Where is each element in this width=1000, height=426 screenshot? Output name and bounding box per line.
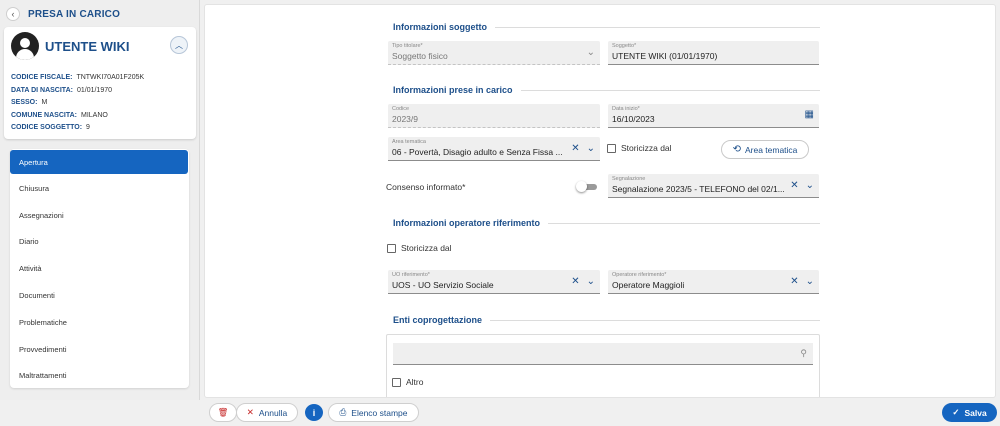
section-title-operatore: Informazioni operatore riferimento — [393, 218, 820, 228]
menu-item-apertura[interactable]: Apertura — [10, 150, 188, 174]
segnalazione-select[interactable]: Segnalazione Segnalazione 2023/5 - TELEF… — [608, 174, 819, 198]
checkbox-icon[interactable] — [607, 143, 616, 153]
sidebar-menu: Apertura Chiusura Assegnazioni Diario At… — [10, 149, 189, 388]
user-name: UTENTE WIKI — [45, 38, 130, 54]
search-icon: ⚲ — [800, 348, 807, 358]
menu-item-assegnazioni[interactable]: Assegnazioni — [10, 202, 189, 229]
info-data-nascita: DATA DI NASCITA: 01/01/1970 — [11, 86, 113, 94]
chevron-down-icon[interactable]: ⌄ — [806, 277, 814, 287]
avatar-icon — [11, 32, 39, 60]
elenco-stampe-button[interactable]: ⎙ Elenco stampe — [328, 403, 419, 422]
delete-button[interactable]: 🗑 — [209, 403, 237, 422]
chevron-left-icon: ‹ — [11, 9, 15, 19]
clear-icon[interactable]: ✕ — [790, 277, 798, 287]
menu-item-attivita[interactable]: Attività — [10, 255, 189, 282]
menu-item-chiusura[interactable]: Chiusura — [10, 175, 189, 202]
chevron-down-icon[interactable]: ⌄ — [806, 181, 814, 191]
sidebar-title: PRESA IN CARICO — [28, 8, 121, 20]
user-info-list: CODICE FISCALE: TNTWKI70A01F205K DATA DI … — [11, 72, 144, 135]
consenso-label: Consenso informato* — [386, 182, 466, 192]
storicizza-operatore-checkbox[interactable]: Storicizza dal — [387, 243, 452, 253]
clear-icon[interactable]: ✕ — [571, 277, 579, 287]
annulla-button[interactable]: ✕ Annulla — [236, 403, 298, 422]
clear-icon[interactable]: ✕ — [571, 144, 579, 154]
clear-icon[interactable]: ✕ — [790, 181, 798, 191]
save-button[interactable]: ✓ Salva — [942, 403, 997, 422]
info-icon: i — [312, 407, 316, 418]
operatore-riferimento-select[interactable]: Operatore riferimento* Operatore Maggiol… — [608, 270, 819, 294]
sidebar-header: ‹ PRESA IN CARICO — [6, 6, 120, 22]
menu-item-provvedimenti[interactable]: Provvedimenti — [10, 336, 189, 363]
main-form: Informazioni soggetto Tipo titolare* Sog… — [204, 4, 996, 398]
data-inizio-field[interactable]: Data inizio* 16/10/2023 ▦ — [608, 104, 819, 128]
area-tematica-button[interactable]: ⟲ Area tematica — [721, 140, 809, 159]
storicizza-area-checkbox[interactable]: Storicizza dal — [607, 143, 672, 153]
menu-item-maltrattamenti[interactable]: Maltrattamenti — [10, 363, 189, 390]
info-codice-soggetto: CODICE SOGGETTO: 9 — [11, 124, 90, 131]
enti-search-input[interactable]: ⚲ — [393, 343, 813, 365]
menu-item-problematiche[interactable]: Problematiche — [10, 309, 189, 336]
consenso-toggle[interactable] — [576, 181, 598, 192]
info-button[interactable]: i — [305, 404, 323, 421]
collapse-button[interactable]: ︿ — [170, 36, 188, 54]
printer-icon: ⎙ — [339, 407, 347, 417]
history-icon: ⟲ — [732, 144, 741, 155]
chevron-up-icon: ︿ — [175, 40, 183, 50]
tipo-titolare-select[interactable]: Tipo titolare* Soggetto fisico ⌄ — [388, 41, 600, 65]
checkbox-icon[interactable] — [387, 243, 396, 253]
chevron-down-icon[interactable]: ⌄ — [587, 144, 595, 154]
chevron-down-icon: ⌄ — [586, 47, 595, 58]
check-icon: ✓ — [952, 407, 960, 417]
chevron-down-icon[interactable]: ⌄ — [587, 277, 595, 287]
user-card: UTENTE WIKI ︿ CODICE FISCALE: TNTWKI70A01… — [4, 27, 196, 139]
close-icon: ✕ — [246, 407, 254, 417]
codice-field: Codice 2023/9 — [388, 104, 600, 128]
section-title-presa: Informazioni prese in carico — [393, 85, 820, 95]
action-bar: 🗑 ✕ Annulla i ⎙ Elenco stampe ✓ Salva — [204, 401, 1000, 426]
area-tematica-select[interactable]: Area tematica 06 - Povertà, Disagio adul… — [388, 137, 600, 161]
trash-icon: 🗑 — [217, 407, 229, 417]
info-comune-nascita: COMUNE NASCITA: MILANO — [11, 111, 108, 119]
sidebar: ‹ PRESA IN CARICO UTENTE WIKI ︿ CODICE F… — [0, 0, 200, 400]
uo-riferimento-select[interactable]: UO riferimento* UOS - UO Servizio Social… — [388, 270, 600, 294]
enti-list: ⚲ Altro — [386, 334, 820, 397]
menu-item-diario[interactable]: Diario — [10, 229, 189, 256]
info-sesso: SESSO: M — [11, 99, 48, 106]
info-codice-fiscale: CODICE FISCALE: TNTWKI70A01F205K — [11, 74, 145, 81]
back-button[interactable]: ‹ — [6, 7, 20, 21]
section-title-soggetto: Informazioni soggetto — [393, 22, 820, 32]
soggetto-field[interactable]: Soggetto* UTENTE WIKI (01/01/1970) — [608, 41, 819, 65]
enti-item-altro[interactable]: Altro — [392, 377, 423, 387]
checkbox-icon[interactable] — [392, 377, 401, 387]
section-title-enti: Enti coprogettazione — [393, 315, 820, 325]
menu-item-documenti[interactable]: Documenti — [10, 282, 189, 309]
calendar-icon[interactable]: ▦ — [805, 110, 814, 120]
